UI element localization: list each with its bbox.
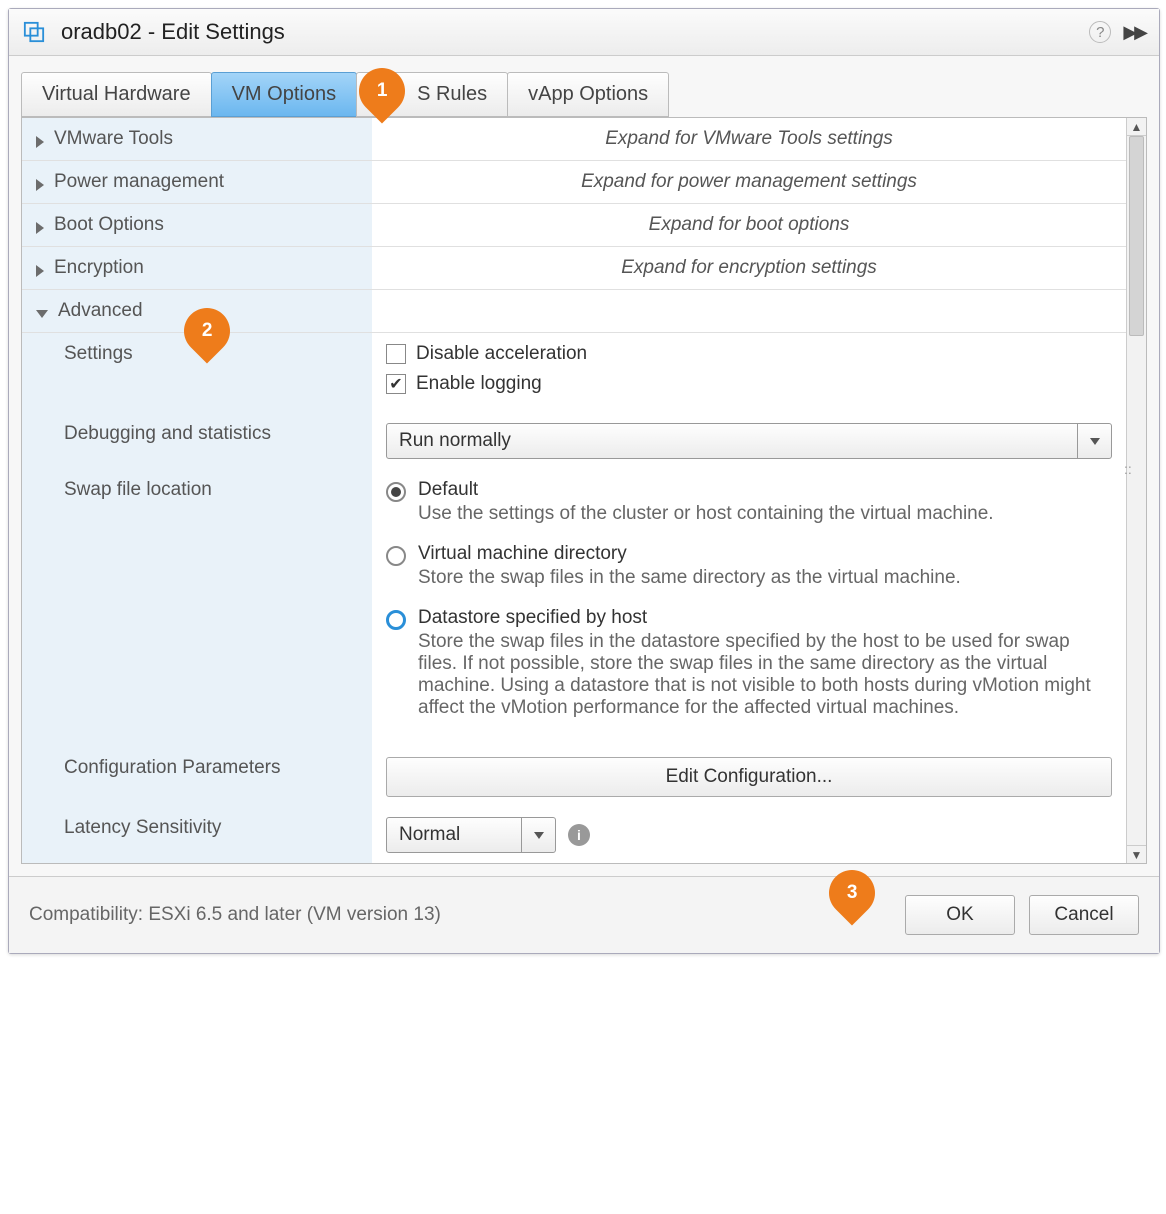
chevron-down-icon[interactable] bbox=[1077, 424, 1111, 458]
section-hint: Expand for boot options bbox=[386, 214, 1112, 236]
compatibility-text: Compatibility: ESXi 6.5 and later (VM ve… bbox=[29, 904, 905, 926]
settings-label: Settings bbox=[64, 343, 133, 365]
swap-label: Swap file location bbox=[64, 479, 212, 501]
section-vmware-tools[interactable]: VMware Tools Expand for VMware Tools set… bbox=[22, 118, 1126, 161]
section-label: VMware Tools bbox=[54, 128, 173, 150]
ok-button[interactable]: OK bbox=[905, 895, 1015, 935]
radio-desc: Store the swap files in the datastore sp… bbox=[418, 631, 1112, 719]
config-params-label: Configuration Parameters bbox=[64, 757, 281, 779]
section-hint: Expand for power management settings bbox=[386, 171, 1112, 193]
edit-settings-dialog: oradb02 - Edit Settings ? ▶▶ Virtual Har… bbox=[8, 8, 1160, 954]
dropdown-value: Normal bbox=[387, 818, 521, 852]
edit-configuration-button[interactable]: Edit Configuration... bbox=[386, 757, 1112, 797]
checkbox-disable-acceleration[interactable] bbox=[386, 344, 406, 364]
radio-desc: Store the swap files in the same directo… bbox=[418, 567, 961, 589]
scrollbar[interactable]: ▲ :: ▼ bbox=[1126, 118, 1146, 863]
debugging-label: Debugging and statistics bbox=[64, 423, 271, 445]
chevron-right-icon bbox=[36, 179, 44, 191]
section-label: Boot Options bbox=[54, 214, 164, 236]
dropdown-debugging[interactable]: Run normally bbox=[386, 423, 1112, 459]
row-settings: Settings Disable acceleration ✔ Enable l… bbox=[22, 333, 1126, 413]
chevron-down-icon bbox=[36, 310, 48, 318]
chevron-right-icon bbox=[36, 265, 44, 277]
latency-label: Latency Sensitivity bbox=[64, 817, 221, 839]
section-boot-options[interactable]: Boot Options Expand for boot options bbox=[22, 204, 1126, 247]
chevron-right-icon bbox=[36, 222, 44, 234]
row-configuration-parameters: Configuration Parameters Edit Configurat… bbox=[22, 747, 1126, 807]
tab-vm-options[interactable]: VM Options bbox=[211, 72, 357, 117]
section-power-management[interactable]: Power management Expand for power manage… bbox=[22, 161, 1126, 204]
scroll-thumb[interactable] bbox=[1129, 136, 1144, 336]
chevron-right-icon bbox=[36, 136, 44, 148]
chevron-down-icon[interactable] bbox=[521, 818, 555, 852]
titlebar: oradb02 - Edit Settings ? ▶▶ bbox=[9, 9, 1159, 56]
section-label: Encryption bbox=[54, 257, 144, 279]
section-hint: Expand for encryption settings bbox=[386, 257, 1112, 279]
cancel-button[interactable]: Cancel bbox=[1029, 895, 1139, 935]
info-icon[interactable]: i bbox=[568, 824, 590, 846]
radio-label: Default bbox=[418, 479, 994, 501]
checkbox-enable-logging[interactable]: ✔ bbox=[386, 374, 406, 394]
dropdown-latency[interactable]: Normal bbox=[386, 817, 556, 853]
tabbar: Virtual Hardware VM Options S Rules vApp… bbox=[9, 56, 1159, 117]
radio-desc: Use the settings of the cluster or host … bbox=[418, 503, 994, 525]
help-icon[interactable]: ? bbox=[1089, 21, 1111, 43]
scroll-up-icon[interactable]: ▲ bbox=[1127, 118, 1146, 136]
vm-icon bbox=[23, 21, 45, 43]
tab-virtual-hardware[interactable]: Virtual Hardware bbox=[21, 72, 212, 117]
section-label: Advanced bbox=[58, 300, 143, 322]
radio-label: Virtual machine directory bbox=[418, 543, 961, 565]
radio-swap-vmdir[interactable] bbox=[386, 546, 406, 566]
section-label: Power management bbox=[54, 171, 224, 193]
section-hint: Expand for VMware Tools settings bbox=[386, 128, 1112, 150]
row-swap-file-location: Swap file location Default Use the setti… bbox=[22, 469, 1126, 747]
scroll-down-icon[interactable]: ▼ bbox=[1127, 845, 1146, 863]
radio-swap-default[interactable] bbox=[386, 482, 406, 502]
radio-swap-datastore[interactable] bbox=[386, 610, 406, 630]
window-title: oradb02 - Edit Settings bbox=[61, 19, 1089, 45]
radio-label: Datastore specified by host bbox=[418, 607, 1112, 629]
expand-icon[interactable]: ▶▶ bbox=[1123, 22, 1145, 43]
dropdown-value: Run normally bbox=[387, 424, 1077, 458]
checkbox-label: Enable logging bbox=[416, 373, 542, 395]
row-debugging: Debugging and statistics Run normally bbox=[22, 413, 1126, 469]
section-encryption[interactable]: Encryption Expand for encryption setting… bbox=[22, 247, 1126, 290]
checkbox-label: Disable acceleration bbox=[416, 343, 587, 365]
footer: Compatibility: ESXi 6.5 and later (VM ve… bbox=[9, 876, 1159, 953]
row-latency-sensitivity: Latency Sensitivity Normal i bbox=[22, 807, 1126, 863]
tab-vapp-options[interactable]: vApp Options bbox=[507, 72, 669, 117]
content-area: VMware Tools Expand for VMware Tools set… bbox=[21, 117, 1147, 864]
